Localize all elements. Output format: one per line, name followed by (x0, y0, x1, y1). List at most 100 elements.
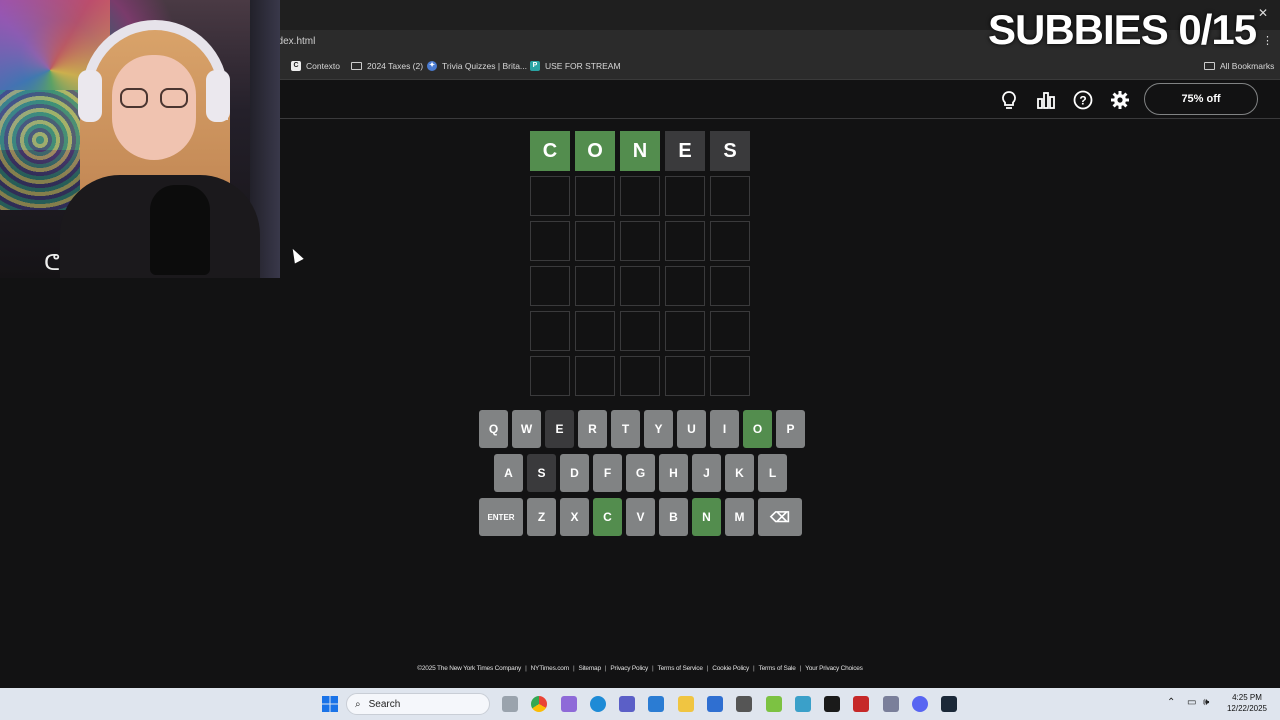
screen: ✕ ndex.html ⋮ C Contexto 2024 Taxes (2) … (0, 0, 1280, 720)
key-s[interactable]: S (527, 454, 556, 492)
enter-key[interactable]: ENTER (479, 498, 523, 536)
footer-link[interactable]: Your Privacy Choices (805, 665, 863, 672)
edge-icon[interactable] (590, 696, 606, 712)
footer-link[interactable]: ©2025 The New York Times Company (417, 665, 521, 672)
tile (530, 176, 570, 216)
browser-menu-icon[interactable]: ⋮ (1262, 34, 1273, 47)
taskbar-clock[interactable]: 4:25 PM 12/22/2025 (1222, 692, 1272, 714)
key-c[interactable]: C (593, 498, 622, 536)
app-icon[interactable] (853, 696, 869, 712)
tile (530, 221, 570, 261)
key-b[interactable]: B (659, 498, 688, 536)
stats-icon[interactable] (1035, 90, 1057, 110)
footer-link[interactable]: Privacy Policy (610, 665, 648, 672)
taskbar-search-box[interactable]: ⌕ Search (346, 693, 490, 715)
key-j[interactable]: J (692, 454, 721, 492)
mouse-cursor-icon (288, 246, 304, 264)
help-icon[interactable]: ? (1072, 90, 1094, 110)
footer-separator: | (525, 665, 527, 672)
footer-separator: | (799, 665, 802, 672)
key-v[interactable]: V (626, 498, 655, 536)
key-m[interactable]: M (725, 498, 754, 536)
task-view-icon[interactable] (502, 696, 518, 712)
footer-separator: | (604, 665, 607, 672)
key-z[interactable]: Z (527, 498, 556, 536)
key-i[interactable]: I (710, 410, 739, 448)
tile (665, 221, 705, 261)
key-u[interactable]: U (677, 410, 706, 448)
chrome-icon[interactable] (531, 696, 547, 712)
mail-icon[interactable] (707, 696, 723, 712)
lightbulb-icon[interactable] (998, 90, 1020, 110)
britannica-icon: ✦ (427, 61, 437, 71)
key-l[interactable]: L (758, 454, 787, 492)
keyboard-row: ASDFGHJKL (494, 454, 787, 492)
key-p[interactable]: P (776, 410, 805, 448)
windows-start-icon[interactable] (322, 696, 338, 712)
game-board: CONES (530, 131, 750, 396)
key-t[interactable]: T (611, 410, 640, 448)
discord-icon[interactable] (912, 696, 928, 712)
app-icon[interactable] (766, 696, 782, 712)
tray-chevron-icon[interactable]: ⌃ (1167, 697, 1175, 708)
search-icon: ⌕ (355, 698, 361, 710)
key-f[interactable]: F (593, 454, 622, 492)
footer-link[interactable]: Terms of Sale (759, 665, 796, 672)
tile (710, 356, 750, 396)
footer-link[interactable]: NYTimes.com (531, 665, 570, 672)
footer-separator: | (753, 665, 755, 672)
tile (710, 221, 750, 261)
footer-link[interactable]: Sitemap (578, 665, 601, 672)
key-x[interactable]: X (560, 498, 589, 536)
tile (665, 311, 705, 351)
app-icon[interactable] (561, 696, 577, 712)
svg-text:?: ? (1079, 94, 1086, 108)
tile: S (710, 131, 750, 171)
subscriber-goal-overlay: SUBBIES 0/15 (988, 6, 1257, 53)
tile (620, 311, 660, 351)
tile (620, 356, 660, 396)
windows-taskbar: ⌕ Search ⌃ ▭ 🕪 4:25 PM 12/22/2025 (0, 688, 1280, 720)
key-r[interactable]: R (578, 410, 607, 448)
app-icon[interactable] (795, 696, 811, 712)
bookmark-trivia[interactable]: ✦ Trivia Quizzes | Brita... (427, 61, 527, 71)
key-k[interactable]: K (725, 454, 754, 492)
close-window-icon[interactable]: ✕ (1258, 6, 1268, 20)
key-h[interactable]: H (659, 454, 688, 492)
backspace-key[interactable]: ⌫ (758, 498, 802, 536)
bookmark-taxes-folder[interactable]: 2024 Taxes (2) (351, 61, 423, 71)
key-e[interactable]: E (545, 410, 574, 448)
key-w[interactable]: W (512, 410, 541, 448)
photos-icon[interactable] (648, 696, 664, 712)
subscribe-promo-button[interactable]: 75% off (1144, 83, 1258, 115)
key-g[interactable]: G (626, 454, 655, 492)
bookmark-use-for-stream[interactable]: P USE FOR STREAM (530, 61, 621, 71)
keyboard-row: ENTER Z X C V B N M ⌫ (479, 498, 802, 536)
tile: E (665, 131, 705, 171)
file-explorer-icon[interactable] (678, 696, 694, 712)
microphone (150, 185, 210, 275)
key-n[interactable]: N (692, 498, 721, 536)
key-y[interactable]: Y (644, 410, 673, 448)
tile (575, 311, 615, 351)
webcam-overlay: ᕦ (0, 0, 280, 278)
network-icon[interactable]: ▭ (1187, 697, 1196, 708)
teams-icon[interactable] (619, 696, 635, 712)
folder-icon (351, 62, 362, 70)
footer-link[interactable]: Terms of Service (658, 665, 703, 672)
tile (575, 266, 615, 306)
footer-link[interactable]: Cookie Policy (712, 665, 749, 672)
key-o[interactable]: O (743, 410, 772, 448)
steam-icon[interactable] (941, 696, 957, 712)
tile (620, 266, 660, 306)
key-d[interactable]: D (560, 454, 589, 492)
key-a[interactable]: A (494, 454, 523, 492)
volume-icon[interactable]: 🕪 (1203, 697, 1209, 708)
bookmark-contexto[interactable]: C Contexto (291, 61, 340, 71)
key-q[interactable]: Q (479, 410, 508, 448)
capcut-icon[interactable] (824, 696, 840, 712)
all-bookmarks[interactable]: All Bookmarks (1204, 61, 1274, 71)
settings-icon[interactable] (1109, 90, 1131, 110)
app-icon[interactable] (883, 696, 899, 712)
store-icon[interactable] (736, 696, 752, 712)
